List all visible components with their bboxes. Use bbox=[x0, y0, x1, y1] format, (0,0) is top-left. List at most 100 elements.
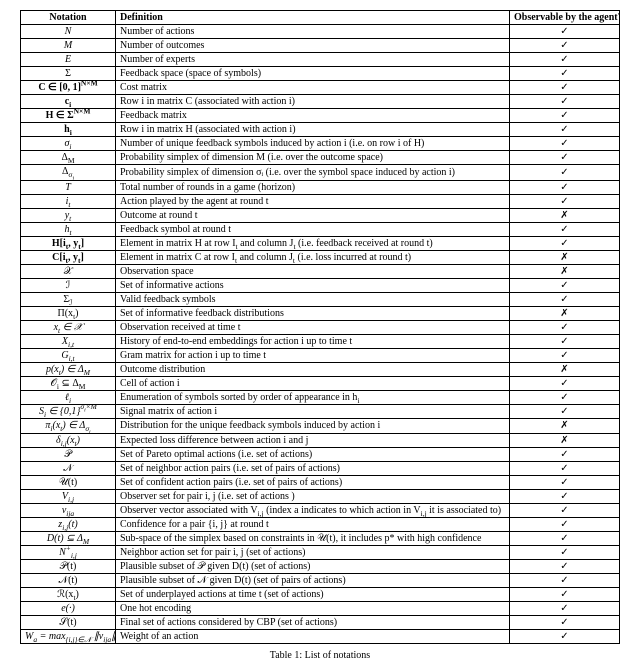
check-icon bbox=[560, 54, 568, 65]
table-row: D(t) ⊆ ΔMSub-space of the simplex based … bbox=[21, 532, 620, 546]
check-icon bbox=[560, 575, 568, 586]
cell-observable bbox=[510, 278, 620, 292]
cell-observable bbox=[510, 320, 620, 334]
cell-notation: σi bbox=[21, 137, 116, 151]
cell-definition: Outcome distribution bbox=[116, 362, 510, 376]
notation-table: Notation Definition Observable by the ag… bbox=[20, 10, 620, 644]
check-icon bbox=[560, 336, 568, 347]
table-row: ΔMProbability simplex of dimension M (i.… bbox=[21, 151, 620, 165]
cell-definition: Set of neighbor action pairs (i.e. set o… bbox=[116, 462, 510, 476]
check-icon bbox=[560, 533, 568, 544]
cell-notation: H[it, yt] bbox=[21, 236, 116, 250]
cell-definition: Neighbor action set for pair i, j (set o… bbox=[116, 546, 510, 560]
table-row: δi,j(xt)Expected loss difference between… bbox=[21, 434, 620, 448]
check-icon bbox=[560, 477, 568, 488]
cell-notation: H ∈ ΣN×M bbox=[21, 109, 116, 123]
th-observable: Observable by the agent? bbox=[510, 11, 620, 25]
check-icon bbox=[560, 152, 568, 163]
cell-notation: 𝒳 bbox=[21, 264, 116, 278]
cell-notation: p(xt) ∈ ΔM bbox=[21, 362, 116, 376]
cell-notation: 𝒩 bbox=[21, 462, 116, 476]
cell-definition: Action played by the agent at round t bbox=[116, 194, 510, 208]
cell-notation: Si ∈ {0,1}σi×M bbox=[21, 404, 116, 418]
cell-notation: 𝒪i ⊆ ΔM bbox=[21, 376, 116, 390]
table-row: πi(xt) ∈ ΔσiDistribution for the unique … bbox=[21, 418, 620, 434]
cell-notation: Xi,t bbox=[21, 334, 116, 348]
cell-notation: Σℐ bbox=[21, 292, 116, 306]
cell-definition: Cell of action i bbox=[116, 376, 510, 390]
cell-definition: Weight of an action bbox=[116, 630, 510, 644]
cell-definition: Valid feedback symbols bbox=[116, 292, 510, 306]
cross-icon bbox=[560, 420, 568, 431]
check-icon bbox=[560, 547, 568, 558]
table-row: Si ∈ {0,1}σi×MSignal matrix of action i bbox=[21, 404, 620, 418]
table-row: C[it, yt]Element in matrix C at row It a… bbox=[21, 250, 620, 264]
cell-notation: C ∈ [0, 1]N×M bbox=[21, 81, 116, 95]
cross-icon bbox=[560, 435, 568, 446]
check-icon bbox=[560, 392, 568, 403]
cell-observable bbox=[510, 518, 620, 532]
cell-notation: 𝒮(t) bbox=[21, 616, 116, 630]
table-row: N+i,jNeighbor action set for pair i, j (… bbox=[21, 546, 620, 560]
cell-definition: History of end-to-end embeddings for act… bbox=[116, 334, 510, 348]
check-icon bbox=[560, 224, 568, 235]
cell-observable bbox=[510, 306, 620, 320]
check-icon bbox=[560, 96, 568, 107]
th-definition: Definition bbox=[116, 11, 510, 25]
cell-observable bbox=[510, 574, 620, 588]
check-icon bbox=[560, 196, 568, 207]
table-row: itAction played by the agent at round t bbox=[21, 194, 620, 208]
check-icon bbox=[560, 294, 568, 305]
cell-observable bbox=[510, 236, 620, 250]
cell-notation: hi bbox=[21, 123, 116, 137]
cell-definition: Row i in matrix H (associated with actio… bbox=[116, 123, 510, 137]
cell-observable bbox=[510, 109, 620, 123]
table-row: Wa = max{i,j}∈𝒩 ∥vija∥∞Weight of an acti… bbox=[21, 630, 620, 644]
cell-notation: Σ bbox=[21, 67, 116, 81]
table-row: 𝒳Observation space bbox=[21, 264, 620, 278]
cell-notation: e(·) bbox=[21, 602, 116, 616]
cell-observable bbox=[510, 504, 620, 518]
cell-notation: T bbox=[21, 180, 116, 194]
table-row: Vi,jObserver set for pair i, j (i.e. set… bbox=[21, 490, 620, 504]
cell-notation: πi(xt) ∈ Δσi bbox=[21, 418, 116, 434]
check-icon bbox=[560, 40, 568, 51]
cell-notation: Wa = max{i,j}∈𝒩 ∥vija∥∞ bbox=[21, 630, 116, 644]
table-row: ytOutcome at round t bbox=[21, 208, 620, 222]
cell-definition: Total number of rounds in a game (horizo… bbox=[116, 180, 510, 194]
cell-definition: Number of unique feedback symbols induce… bbox=[116, 137, 510, 151]
cell-observable bbox=[510, 264, 620, 278]
cell-notation: Π(xt) bbox=[21, 306, 116, 320]
cell-notation: M bbox=[21, 39, 116, 53]
cell-observable bbox=[510, 137, 620, 151]
check-icon bbox=[560, 463, 568, 474]
check-icon bbox=[560, 110, 568, 121]
cell-definition: Observation space bbox=[116, 264, 510, 278]
cell-notation: E bbox=[21, 53, 116, 67]
check-icon bbox=[560, 491, 568, 502]
table-row: σiNumber of unique feedback symbols indu… bbox=[21, 137, 620, 151]
table-row: ℛ(xt)Set of underplayed actions at time … bbox=[21, 588, 620, 602]
cell-definition: Signal matrix of action i bbox=[116, 404, 510, 418]
table-caption: Table 1: List of notations bbox=[20, 650, 620, 661]
cross-icon bbox=[560, 308, 568, 319]
cell-notation: ℐ bbox=[21, 278, 116, 292]
check-icon bbox=[560, 631, 568, 642]
check-icon bbox=[560, 449, 568, 460]
cell-observable bbox=[510, 81, 620, 95]
table-row: htFeedback symbol at round t bbox=[21, 222, 620, 236]
cell-observable bbox=[510, 208, 620, 222]
cell-observable bbox=[510, 25, 620, 39]
cell-observable bbox=[510, 348, 620, 362]
table-row: xt ∈ 𝒳Observation received at time t bbox=[21, 320, 620, 334]
cell-observable bbox=[510, 53, 620, 67]
cell-definition: Plausible subset of 𝒫 given D(t) (set of… bbox=[116, 560, 510, 574]
cell-definition: Distribution for the unique feedback sym… bbox=[116, 418, 510, 434]
table-row: 𝒩Set of neighbor action pairs (i.e. set … bbox=[21, 462, 620, 476]
table-row: ℓiEnumeration of symbols sorted by order… bbox=[21, 390, 620, 404]
cell-notation: 𝒫(t) bbox=[21, 560, 116, 574]
cell-observable bbox=[510, 490, 620, 504]
cross-icon bbox=[560, 252, 568, 263]
check-icon bbox=[560, 589, 568, 600]
table-row: Gi,tGram matrix for action i up to time … bbox=[21, 348, 620, 362]
